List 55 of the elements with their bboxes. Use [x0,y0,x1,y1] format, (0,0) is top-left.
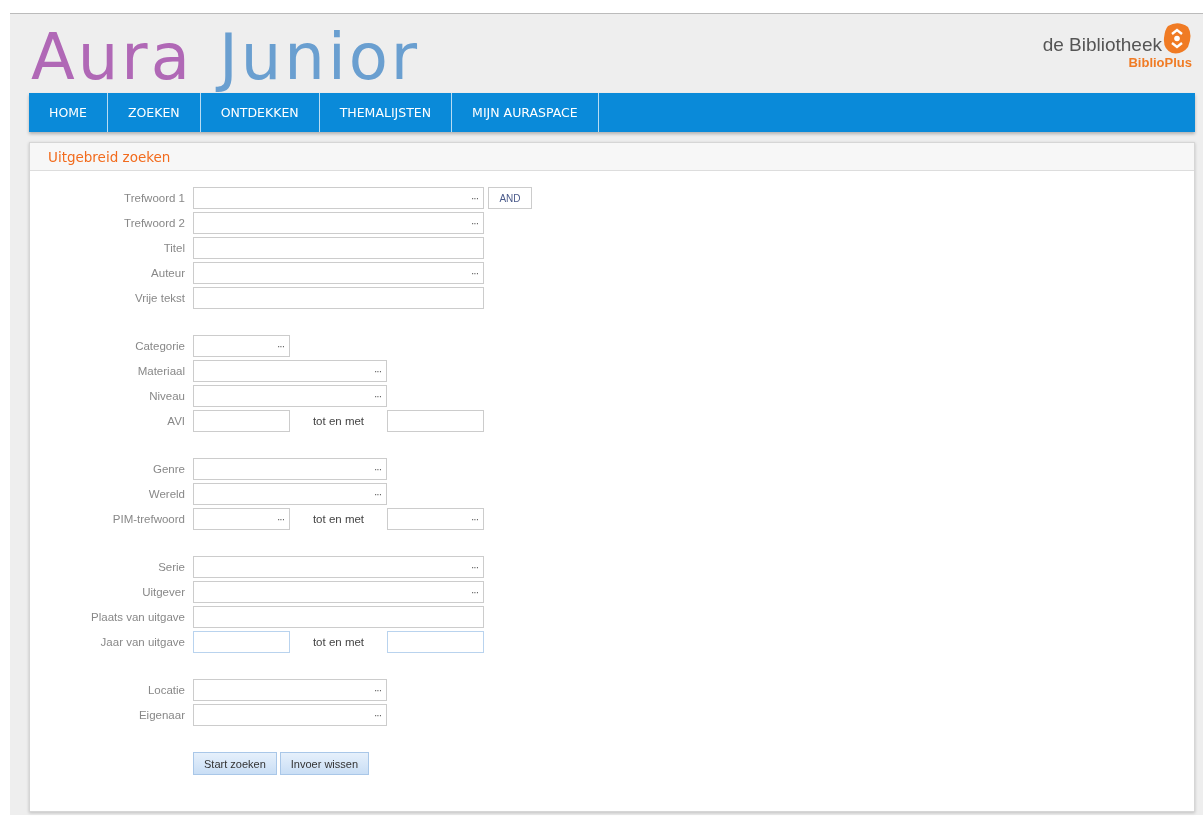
form-button[interactable]: Invoer wissen [279,752,370,775]
nav-tab[interactable]: MIJN AURASPACE [452,93,599,132]
input-field[interactable] [193,631,290,653]
field-label: Jaar van uitgave [99,636,186,648]
field-label: Uitgever [141,586,186,598]
field-label: Titel [162,242,186,254]
range-label: tot en met [311,415,366,427]
field-label: Serie [157,561,186,573]
nav-tab[interactable]: HOME [29,93,108,132]
range-label: tot en met [311,636,366,648]
lookup-field[interactable]: ··· [387,508,484,530]
input-field[interactable] [193,287,484,309]
field-label: Trefwoord 1 [123,192,186,204]
nav-tab[interactable]: THEMALIJSTEN [319,93,453,132]
field-label: PIM-trefwoord [111,513,186,525]
input-field[interactable] [387,631,484,653]
form-button[interactable]: Start zoeken [193,752,277,775]
lookup-field[interactable]: ··· [193,360,387,382]
lookup-field[interactable]: ··· [193,679,387,701]
field-label: AVI [166,415,186,427]
library-name: de Bibliotheek [1042,35,1162,55]
field-label: Plaats van uitgave [90,611,186,623]
field-label: Categorie [134,340,186,352]
field-label: Wereld [147,488,186,500]
lookup-field[interactable]: ··· [193,581,484,603]
nav-tab[interactable]: ONTDEKKEN [200,93,320,132]
panel-title: Uitgebreid zoeken [48,148,171,165]
lookup-field[interactable]: ··· [193,335,290,357]
field-label: Eigenaar [137,709,186,721]
field-label: Materiaal [136,365,186,377]
lookup-field[interactable]: ··· [193,458,387,480]
field-label: Auteur [150,267,186,279]
lookup-field[interactable]: ··· [193,262,484,284]
lookup-field[interactable]: ··· [193,704,387,726]
lookup-field[interactable]: ··· [193,212,484,234]
library-logo-icon [1162,23,1192,55]
input-field[interactable] [193,410,290,432]
operator-button[interactable]: AND [488,187,532,209]
input-field[interactable] [193,237,484,259]
lookup-field[interactable]: ··· [193,385,387,407]
range-label: tot en met [311,513,366,525]
input-field[interactable] [387,410,484,432]
lookup-field[interactable]: ··· [193,187,484,209]
lookup-field[interactable]: ··· [193,508,290,530]
field-label: Trefwoord 2 [123,217,186,229]
logo-text: Aura [31,26,193,88]
field-label: Locatie [146,684,186,696]
lookup-field[interactable]: ··· [193,556,484,578]
field-label: Vrije tekst [133,292,186,304]
nav-tab[interactable]: ZOEKEN [107,93,201,132]
library-branch: BiblioPlus [1128,55,1192,70]
field-label: Niveau [148,390,186,402]
lookup-field[interactable]: ··· [193,483,387,505]
input-field[interactable] [193,606,484,628]
field-label: Genre [152,463,186,475]
